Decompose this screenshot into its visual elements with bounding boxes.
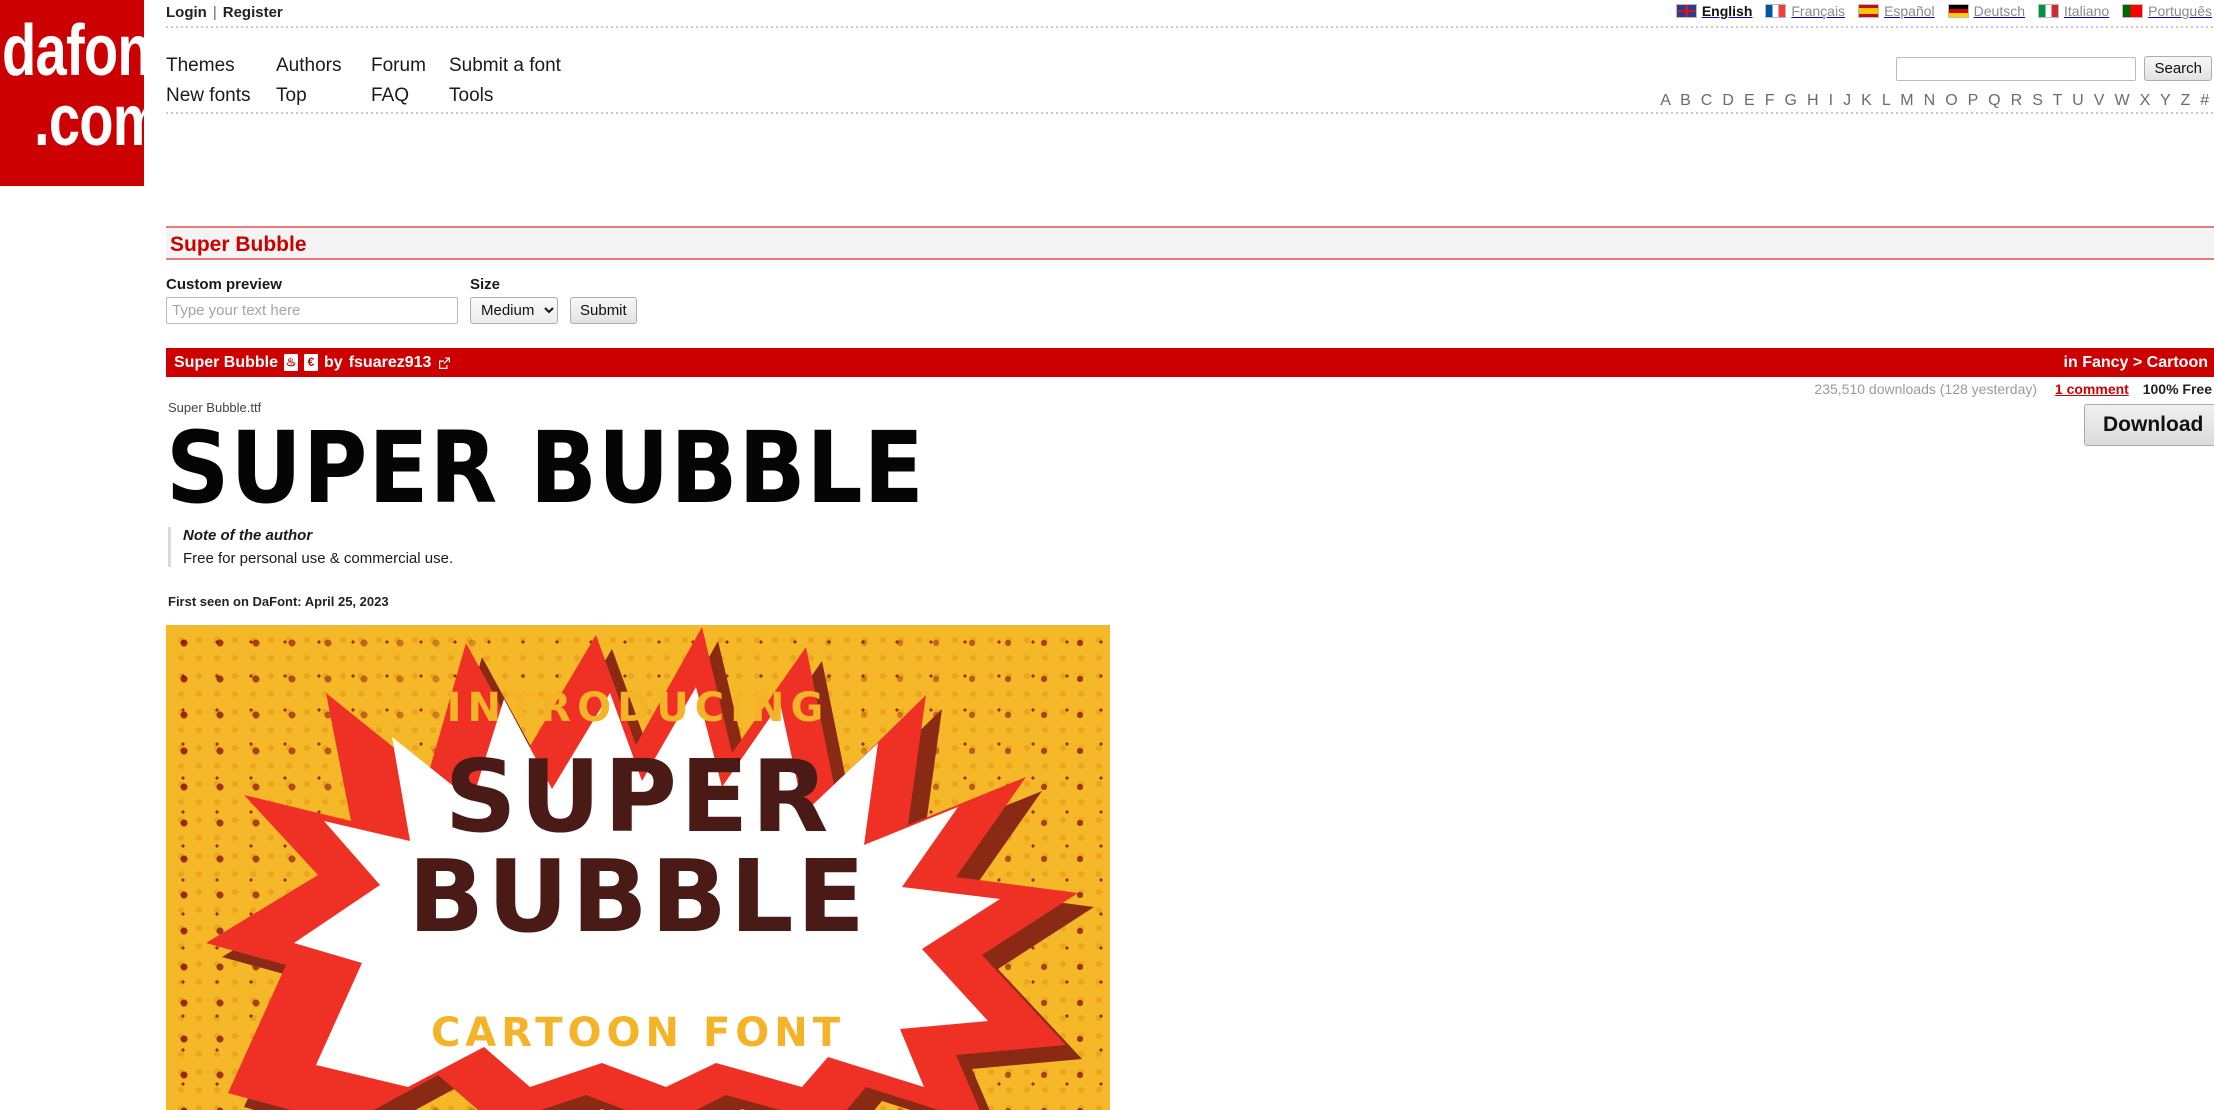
language-label: Français bbox=[1791, 3, 1846, 19]
custom-preview-field: Custom preview bbox=[166, 276, 458, 324]
download-count: 235,510 downloads (128 yesterday) bbox=[1814, 381, 2038, 397]
promo-intro-text: INTRODUCING bbox=[446, 685, 830, 731]
flag-spain-icon bbox=[1858, 4, 1880, 18]
search-input[interactable] bbox=[1896, 56, 2137, 81]
language-option-english[interactable]: English bbox=[1675, 3, 1753, 19]
header-divider-top bbox=[166, 26, 2214, 28]
nav-item-tools[interactable]: Tools bbox=[449, 85, 493, 107]
flag-english-icon bbox=[1675, 4, 1697, 18]
custom-preview-label: Custom preview bbox=[166, 276, 282, 293]
link-separator: | bbox=[212, 4, 217, 21]
site-logo[interactable]: dafont .com bbox=[0, 0, 144, 186]
search-button[interactable]: Search bbox=[2144, 56, 2212, 81]
author-note-title: Note of the author bbox=[183, 527, 313, 544]
nav-row-primary: Themes Authors Forum Submit a font bbox=[166, 55, 561, 85]
language-label: Deutsch bbox=[1973, 3, 2026, 19]
font-header-bar: Super Bubble ♨ € by fsuarez913 in Fancy … bbox=[166, 348, 2214, 377]
page-title: Super Bubble bbox=[170, 233, 307, 256]
language-label: English bbox=[1701, 3, 1753, 19]
logo-text-dafont: dafont bbox=[2, 11, 144, 91]
size-select[interactable]: Medium bbox=[470, 297, 558, 324]
font-category-link[interactable]: in Fancy > Cartoon bbox=[2064, 354, 2208, 372]
login-link[interactable]: Login bbox=[166, 4, 207, 21]
font-preview-text: SUPER BUBBLE bbox=[166, 410, 925, 526]
nav-row-secondary: New fonts Top FAQ Tools bbox=[166, 85, 561, 115]
flag-italy-icon bbox=[2038, 4, 2060, 18]
custom-preview-form: Custom preview Size Medium Submit bbox=[166, 276, 637, 324]
font-header-left: Super Bubble ♨ € by fsuarez913 bbox=[174, 354, 451, 372]
nav-item-faq[interactable]: FAQ bbox=[371, 85, 409, 107]
register-link[interactable]: Register bbox=[223, 4, 283, 21]
comments-link[interactable]: 1 comment bbox=[2055, 381, 2129, 397]
nav-item-forum[interactable]: Forum bbox=[371, 55, 426, 77]
flag-france-icon bbox=[1765, 4, 1787, 18]
account-links: Login | Register bbox=[166, 4, 283, 21]
nav-item-top[interactable]: Top bbox=[276, 85, 307, 107]
language-option-francais[interactable]: Français bbox=[1765, 3, 1845, 19]
language-option-italiano[interactable]: Italiano bbox=[2038, 3, 2109, 19]
promo-subtitle: CARTOON FONT bbox=[430, 1010, 846, 1056]
promo-title-line1: SUPER bbox=[444, 738, 832, 855]
font-name-link[interactable]: Super Bubble bbox=[174, 354, 278, 372]
custom-preview-input[interactable] bbox=[166, 297, 458, 324]
hot-font-icon: ♨ bbox=[284, 354, 299, 371]
language-option-deutsch[interactable]: Deutsch bbox=[1947, 3, 2026, 19]
font-stats: 235,510 downloads (128 yesterday) 1 comm… bbox=[1814, 381, 2212, 397]
language-label: Italiano bbox=[2064, 3, 2110, 19]
promo-title-line2: BUBBLE bbox=[408, 838, 868, 955]
page-title-bar: Super Bubble bbox=[166, 226, 2214, 260]
author-note: Note of the author Free for personal use… bbox=[168, 527, 453, 567]
submit-button[interactable]: Submit bbox=[570, 297, 637, 324]
language-selector: English Français Español Deutsch Italian… bbox=[1675, 3, 2212, 19]
nav-item-submit-a-font[interactable]: Submit a font bbox=[449, 55, 561, 77]
nav-item-authors[interactable]: Authors bbox=[276, 55, 341, 77]
author-note-body: Free for personal use & commercial use. bbox=[183, 550, 454, 567]
size-field: Size Medium bbox=[470, 276, 558, 324]
dafont-font-page: dafont .com Login | Register English Franç… bbox=[0, 0, 2214, 1110]
external-link-icon[interactable] bbox=[437, 356, 451, 370]
free-license-icon: € bbox=[304, 354, 319, 371]
alphabet-index[interactable]: A B C D E F G H I J K L M N O P Q R S T … bbox=[1660, 92, 2212, 110]
font-author-link[interactable]: fsuarez913 bbox=[349, 354, 432, 372]
language-label: Português bbox=[2148, 3, 2212, 19]
nav-item-themes[interactable]: Themes bbox=[166, 55, 235, 77]
size-label: Size bbox=[470, 276, 501, 293]
author-prefix: by bbox=[324, 353, 343, 371]
flag-portugal-icon bbox=[2122, 4, 2144, 18]
flag-germany-icon bbox=[1947, 4, 1969, 18]
language-option-portugues[interactable]: Português bbox=[2122, 3, 2212, 19]
download-button[interactable]: Download bbox=[2084, 404, 2214, 446]
nav-item-new-fonts[interactable]: New fonts bbox=[166, 85, 250, 107]
first-seen-date: First seen on DaFont: April 25, 2023 bbox=[168, 594, 389, 609]
search-form: Search bbox=[1896, 56, 2212, 81]
language-label: Español bbox=[1884, 3, 1935, 19]
license-badge: 100% Free bbox=[2142, 381, 2212, 397]
language-option-espanol[interactable]: Español bbox=[1858, 3, 1935, 19]
font-promo-image[interactable]: INTRODUCING SUPER BUBBLE CARTOON FONT bbox=[166, 625, 1110, 1110]
main-navigation: Themes Authors Forum Submit a font New f… bbox=[166, 55, 561, 115]
logo-text-com: .com bbox=[34, 81, 144, 161]
